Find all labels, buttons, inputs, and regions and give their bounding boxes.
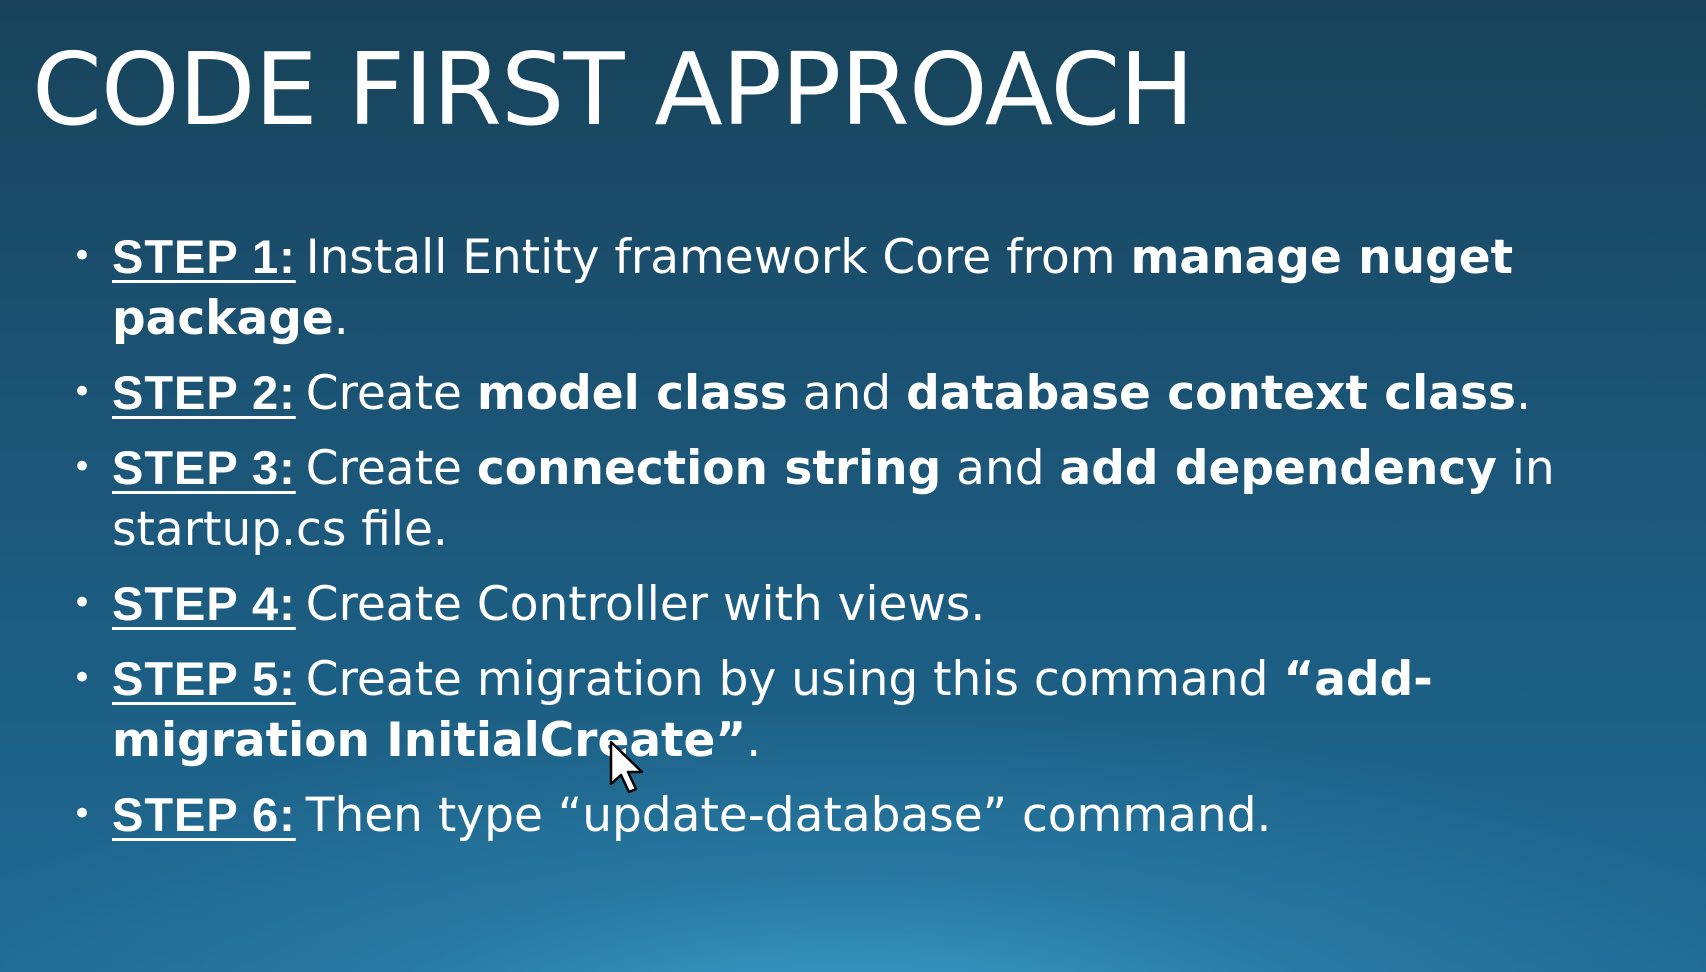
bullet: •	[72, 583, 93, 623]
slide-title: CODE FIRST APPROACH	[32, 31, 1194, 148]
step-label: STEP 5:	[112, 652, 296, 705]
step-text-part: Create Controller with views.	[305, 577, 986, 632]
bullet: •	[72, 372, 93, 412]
step-text-part: Create migration by using this command	[305, 652, 1284, 707]
step-text-part: Then type “update-database” command.	[305, 788, 1272, 843]
steps-list: • STEP 1: Install Entity framework Core fr…	[72, 226, 1672, 859]
mouse-pointer-icon	[609, 740, 644, 794]
step-item-3: • STEP 3: Create connection string and add…	[72, 437, 1672, 560]
bullet: •	[72, 794, 93, 834]
step-label: STEP 4:	[112, 577, 296, 630]
bullet: •	[72, 447, 93, 487]
step-text-part: and	[941, 441, 1060, 496]
step-text-part: .	[746, 713, 762, 768]
step-label: STEP 1:	[112, 230, 296, 283]
step-item-1: • STEP 1: Install Entity framework Core fr…	[72, 226, 1672, 349]
step-text-part: .	[333, 291, 349, 346]
step-text-part-bold: connection string	[476, 441, 942, 496]
step-text-part-bold: add dependency	[1059, 441, 1497, 496]
step-item-5: • STEP 5: Create migration by using this c…	[72, 648, 1672, 771]
bullet: •	[72, 658, 93, 698]
step-label: STEP 2:	[112, 366, 296, 419]
step-label: STEP 6:	[112, 788, 296, 841]
step-text-part: Create	[305, 366, 477, 421]
step-text-part: and	[787, 366, 907, 421]
step-text-part-bold: database context class	[906, 366, 1516, 421]
step-item-6: • STEP 6: Then type “update-database” comm…	[72, 784, 1672, 846]
step-text-part: .	[1515, 366, 1531, 421]
step-label: STEP 3:	[112, 441, 296, 494]
slide: CODE FIRST APPROACH • STEP 1: Install Enti…	[0, 0, 1706, 972]
step-text-part: Create	[305, 441, 477, 496]
step-text-part-bold: model class	[476, 366, 788, 421]
step-item-2: • STEP 2: Create model class and database …	[72, 362, 1672, 424]
step-text-part: Install Entity framework Core from	[305, 230, 1131, 285]
step-item-4: • STEP 4: Create Controller with views.	[72, 573, 1672, 635]
bullet: •	[72, 236, 93, 276]
